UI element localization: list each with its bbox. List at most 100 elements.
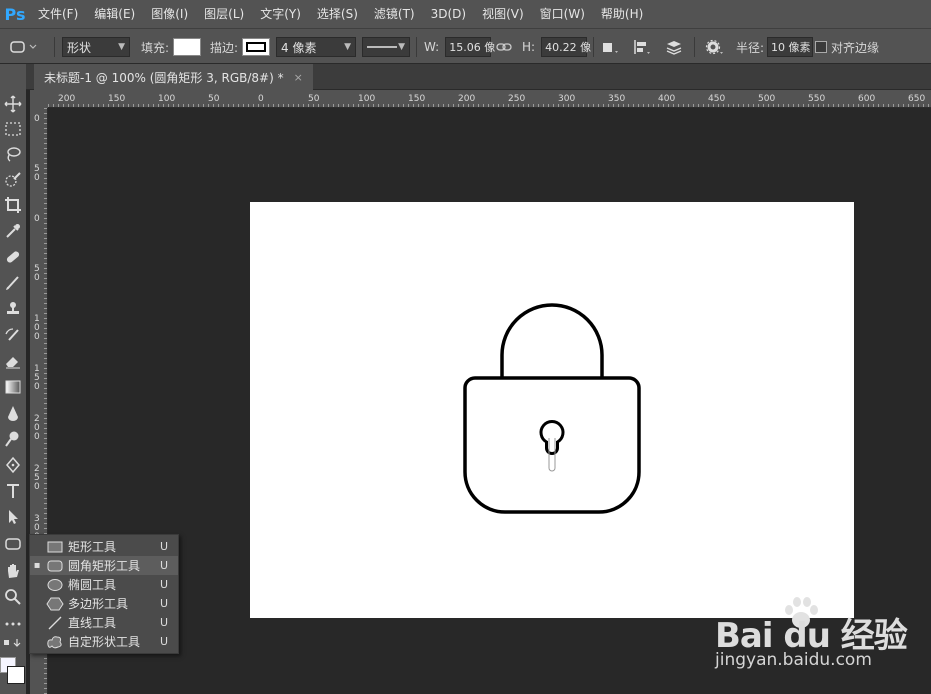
ruler-tick-label: 300 (558, 94, 575, 104)
options-bar: 形状 ▼ 填充: 描边: 4 像素 ▼ ▼ W: 15.06 像 H: 40.22 … (0, 28, 931, 64)
close-icon[interactable]: × (294, 71, 303, 84)
divider (54, 37, 55, 57)
width-field[interactable]: 15.06 像 (445, 37, 495, 57)
shortcut-key: U (160, 578, 169, 591)
menu-filter[interactable]: 滤镜(T) (366, 0, 423, 28)
gradient-tool[interactable] (0, 375, 26, 399)
stroke-swatch[interactable] (242, 38, 271, 56)
ruler-tick-label: 0 (34, 482, 40, 492)
pen-tool[interactable] (0, 453, 26, 477)
dodge-icon (5, 431, 19, 447)
mode-dropdown[interactable]: 形状 ▼ (62, 37, 130, 57)
link-icon[interactable] (496, 29, 512, 65)
radius-label: 半径: (736, 40, 765, 55)
blur-tool[interactable] (0, 401, 26, 425)
ruler-tick-label: 650 (908, 94, 925, 104)
radius-field[interactable]: 10 像素 (767, 37, 814, 57)
flyout-item-label: 矩形工具 (68, 540, 117, 554)
gear-icon (705, 39, 723, 55)
healing-brush-tool[interactable] (0, 245, 26, 269)
flyout-item-line[interactable]: 直线工具 U (30, 613, 178, 632)
magnifier-icon (5, 589, 21, 605)
menu-file[interactable]: 文件(F) (30, 0, 86, 28)
more-tools[interactable] (0, 612, 26, 636)
flyout-item-ellipse[interactable]: 椭圆工具 U (30, 575, 178, 594)
fill-swatch[interactable] (173, 38, 202, 56)
stroke-type-dropdown[interactable]: ▼ (362, 37, 410, 57)
height-field[interactable]: 40.22 像 (541, 37, 591, 57)
path-alignment-button[interactable] (632, 29, 652, 65)
menu-image[interactable]: 图像(I) (143, 0, 196, 28)
type-tool[interactable] (0, 479, 26, 503)
stroke-width-field[interactable]: 4 像素 ▼ (276, 37, 356, 57)
quick-select-tool[interactable] (0, 168, 26, 192)
menu-layer[interactable]: 图层(L) (196, 0, 252, 28)
horizontal-ruler[interactable]: 200 150 100 50 0 50 100 150 200 250 300 350 400 450 50… (48, 90, 931, 108)
dodge-tool[interactable] (0, 427, 26, 451)
clone-stamp-tool[interactable] (0, 297, 26, 321)
ruler-tick-label: 200 (58, 94, 75, 104)
photoshop-logo: Ps (4, 4, 26, 24)
flyout-item-rounded-rectangle[interactable]: ▪ 圆角矩形工具 U (30, 556, 178, 575)
crop-tool[interactable] (0, 193, 26, 217)
brush-tool[interactable] (0, 271, 26, 295)
menu-type[interactable]: 文字(Y) (252, 0, 309, 28)
lasso-tool[interactable] (0, 142, 26, 166)
eyedropper-tool[interactable] (0, 219, 26, 243)
align-edges-checkbox[interactable] (815, 41, 827, 53)
stroke-swatch-inner (246, 42, 267, 52)
ruler-tick-label: 100 (158, 94, 175, 104)
menu-select[interactable]: 选择(S) (309, 0, 366, 28)
history-brush-tool[interactable] (0, 323, 26, 347)
menu-3d[interactable]: 3D(D) (423, 0, 474, 28)
chevron-down-icon: ▼ (344, 42, 351, 52)
path-select-tool[interactable] (0, 505, 26, 529)
lock-shackle[interactable] (500, 303, 604, 378)
ruler-tick-label: 600 (858, 94, 875, 104)
hand-tool[interactable] (0, 559, 26, 583)
marquee-tool[interactable] (0, 117, 26, 141)
menu-view[interactable]: 视图(V) (474, 0, 532, 28)
settings-button[interactable] (704, 29, 726, 65)
flyout-item-polygon[interactable]: 多边形工具 U (30, 594, 178, 613)
flyout-item-rectangle[interactable]: 矩形工具 U (30, 537, 178, 556)
divider (593, 37, 594, 57)
ruler-tick-label: 0 (34, 114, 40, 124)
baidu-jingyan-watermark: Bai du 经验 jingyan.baidu.com (715, 597, 915, 678)
brush-icon (6, 276, 19, 290)
swap-arrows-icon (4, 639, 21, 647)
history-brush-icon (5, 328, 19, 341)
flyout-item-custom-shape[interactable]: 自定形状工具 U (30, 632, 178, 651)
chain-link-icon (496, 43, 512, 51)
lock-body[interactable] (463, 376, 641, 514)
ruler-tick-label: 0 (258, 94, 264, 104)
flyout-item-label: 直线工具 (68, 616, 117, 630)
eraser-tool[interactable] (0, 349, 26, 373)
keyhole[interactable] (539, 420, 565, 455)
ruler-origin[interactable] (30, 90, 48, 108)
tool-preset-picker[interactable] (8, 29, 38, 65)
path-operations-button[interactable] (600, 29, 620, 65)
divider (416, 37, 417, 57)
path-arrangement-button[interactable] (664, 29, 686, 65)
ruler-tick-label: 250 (508, 94, 525, 104)
background-color-swatch[interactable] (7, 666, 25, 684)
menu-edit[interactable]: 编辑(E) (86, 0, 143, 28)
move-icon (4, 95, 22, 113)
swap-colors-button[interactable] (0, 636, 26, 650)
menu-window[interactable]: 窗口(W) (532, 0, 593, 28)
shortcut-key: U (160, 597, 169, 610)
move-tool[interactable] (0, 92, 26, 116)
divider (694, 37, 695, 57)
menu-help[interactable]: 帮助(H) (593, 0, 651, 28)
ruler-tick-label: 500 (758, 94, 775, 104)
document-tab[interactable]: 未标题-1 @ 100% (圆角矩形 3, RGB/8#) * × (34, 64, 313, 90)
zoom-tool[interactable] (0, 585, 26, 609)
hand-icon (8, 564, 19, 578)
height-value: 40.22 像 (545, 41, 592, 54)
polygon-icon (44, 597, 66, 611)
custom-shape-icon (44, 635, 66, 649)
rounded-rect-tool[interactable] (0, 532, 26, 556)
document-canvas[interactable] (250, 202, 854, 618)
path-alignment-icon (634, 40, 650, 54)
